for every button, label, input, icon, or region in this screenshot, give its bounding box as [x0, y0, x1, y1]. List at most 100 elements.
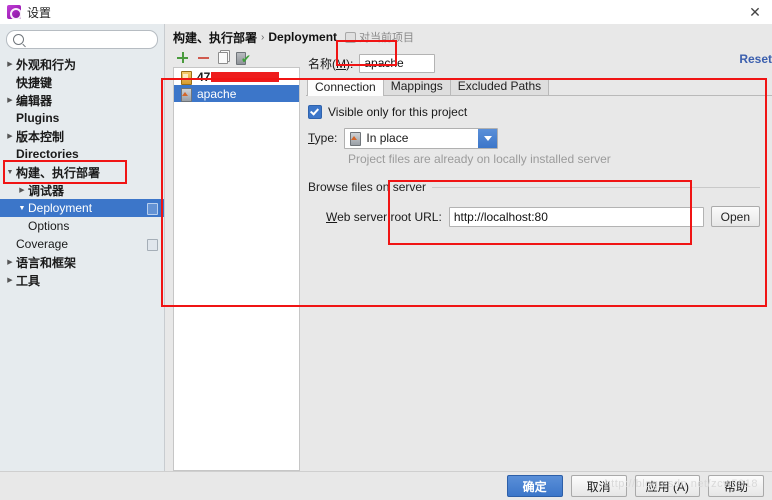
connection-tab-body: Visible only for this project Type: In p… [306, 96, 772, 471]
minus-icon[interactable] [197, 51, 210, 64]
server-list-column: ✔ 47 apache [173, 48, 300, 471]
sidebar-item-editor[interactable]: ▶ 编辑器 [0, 91, 164, 109]
type-hint: Project files are already on locally ins… [348, 152, 611, 166]
sidebar-item-label: Directories [16, 147, 79, 161]
sidebar-item-appearance[interactable]: ▶ 外观和行为 [0, 55, 164, 73]
scope-badge-icon [147, 203, 158, 215]
sidebar-item-languages-frameworks[interactable]: ▶ 语言和框架 [0, 253, 164, 271]
chevron-right-icon: ▶ [7, 258, 13, 266]
main-panel: 构建、执行部署 › Deployment 对当前项目 Reset ✔ 47 ap… [165, 24, 772, 471]
settings-gear-icon [7, 5, 22, 20]
type-label: Type: [308, 131, 338, 145]
search-icon [13, 34, 24, 45]
project-scope-text: 对当前项目 [359, 32, 415, 44]
settings-tabs: Connection Mappings Excluded Paths [306, 78, 772, 96]
visible-only-checkbox-row[interactable]: Visible only for this project [308, 104, 772, 120]
sidebar-item-label: 构建、执行部署 [16, 165, 101, 180]
sidebar-item-label: 版本控制 [16, 129, 65, 144]
sidebar-search-wrap [0, 24, 164, 53]
dialog-content: ▶ 外观和行为 快捷键 ▶ 编辑器 Plugins ▶ 版本控制 Directo… [0, 24, 772, 471]
type-selected-value: In place [366, 131, 409, 145]
settings-tree: ▶ 外观和行为 快捷键 ▶ 编辑器 Plugins ▶ 版本控制 Directo… [0, 53, 164, 289]
apply-button[interactable]: 应用 (A) [634, 475, 700, 497]
breadcrumb-root[interactable]: 构建、执行部署 [173, 29, 257, 46]
sidebar-item-directories[interactable]: Directories [0, 145, 164, 163]
type-row: Type: In place [308, 127, 772, 149]
server-settings-column: 名称(M): Connection Mappings Excluded Path… [300, 48, 772, 471]
visible-only-label: Visible only for this project [328, 105, 468, 119]
chevron-right-icon: ▶ [19, 186, 25, 194]
dialog-footer: http://blog.csdn.net/zcw5018 确定 取消 应用 (A… [0, 471, 772, 500]
deployment-panels: ✔ 47 apache 名称(M): apache Connection Map… [165, 48, 772, 471]
web-server-url-input[interactable] [448, 206, 704, 227]
sidebar-item-label: Options [28, 219, 70, 233]
breadcrumb-separator: › [261, 31, 265, 43]
cancel-button[interactable]: 取消 [570, 475, 627, 497]
chevron-down-icon: ▼ [18, 204, 26, 212]
browse-files-group-label: Browse files on server [308, 180, 427, 194]
sidebar-item-label: 外观和行为 [16, 57, 77, 72]
list-item[interactable]: apache [174, 85, 299, 102]
sidebar-item-label: Plugins [16, 111, 60, 125]
sidebar-item-coverage[interactable]: Coverage [0, 235, 164, 253]
sidebar-item-deployment[interactable]: ▼ Deployment [0, 199, 164, 217]
server-name: apache [197, 86, 237, 101]
server-name: 47 [197, 69, 211, 84]
chevron-right-icon: ▶ [7, 96, 13, 104]
sidebar-item-label: 快捷键 [16, 75, 53, 90]
help-button[interactable]: 帮助 [708, 475, 764, 497]
settings-sidebar: ▶ 外观和行为 快捷键 ▶ 编辑器 Plugins ▶ 版本控制 Directo… [0, 24, 165, 471]
web-server-url-label: Web server root URL: [326, 209, 442, 224]
server-list[interactable]: 47 apache [173, 67, 300, 471]
sidebar-item-label: Deployment [28, 201, 93, 215]
chevron-down-icon[interactable] [478, 128, 498, 148]
list-item[interactable]: 47 [174, 68, 299, 85]
server-toolbar: ✔ [173, 48, 300, 67]
sidebar-item-options[interactable]: Options [0, 217, 164, 235]
web-server-url-row: Web server root URL: Open [308, 206, 760, 227]
name-input[interactable] [359, 53, 436, 73]
local-server-icon [349, 132, 362, 146]
title-bar: 设置 ✕ [0, 0, 772, 24]
sidebar-item-build-execution-deployment[interactable]: ▼ 构建、执行部署 [0, 163, 164, 181]
chevron-right-icon: ▶ [7, 60, 13, 68]
sidebar-item-tools[interactable]: ▶ 工具 [0, 271, 164, 289]
visible-only-checkbox[interactable] [308, 105, 322, 119]
close-icon[interactable]: ✕ [744, 2, 766, 22]
copy-icon[interactable] [218, 52, 228, 64]
sidebar-item-label: 语言和框架 [16, 255, 77, 270]
ftp-server-icon [180, 70, 192, 85]
search-input[interactable] [28, 32, 151, 47]
sidebar-item-label: Coverage [16, 237, 69, 251]
type-select[interactable]: In place [344, 127, 499, 149]
project-scope-label: 对当前项目 [345, 29, 414, 45]
breadcrumb-current: Deployment [268, 30, 338, 44]
sidebar-item-label: 调试器 [28, 183, 65, 198]
project-scope-icon [345, 31, 357, 43]
reset-link[interactable]: Reset [739, 52, 772, 66]
sidebar-item-label: 工具 [16, 273, 41, 288]
tab-connection[interactable]: Connection [307, 78, 384, 96]
breadcrumb: 构建、执行部署 › Deployment 对当前项目 [165, 24, 772, 48]
window-title: 设置 [27, 5, 52, 20]
browse-files-group-title: Browse files on server [308, 180, 760, 194]
tab-mappings[interactable]: Mappings [382, 78, 451, 95]
ok-button[interactable]: 确定 [506, 475, 563, 497]
sidebar-item-version-control[interactable]: ▶ 版本控制 [0, 127, 164, 145]
redaction-bar [211, 71, 280, 82]
scope-badge-icon [147, 239, 158, 251]
sidebar-item-plugins[interactable]: Plugins [0, 109, 164, 127]
name-field-label: 名称(M): [308, 56, 354, 71]
tab-excluded-paths[interactable]: Excluded Paths [449, 78, 550, 95]
sidebar-item-keymap[interactable]: 快捷键 [0, 73, 164, 91]
open-button[interactable]: Open [710, 206, 760, 227]
name-field-row: 名称(M): [306, 48, 772, 78]
server-check-icon[interactable]: ✔ [236, 51, 251, 65]
sidebar-item-label: 编辑器 [16, 93, 53, 108]
settings-dialog: 设置 ✕ ▶ 外观和行为 快捷键 ▶ 编辑器 Plugins ▶ 版本控制 Di… [0, 0, 772, 500]
search-box[interactable] [6, 30, 158, 49]
local-server-icon [180, 87, 192, 102]
plus-icon[interactable] [176, 51, 189, 64]
sidebar-item-debugger[interactable]: ▶ 调试器 [0, 181, 164, 199]
chevron-right-icon: ▶ [7, 132, 13, 140]
